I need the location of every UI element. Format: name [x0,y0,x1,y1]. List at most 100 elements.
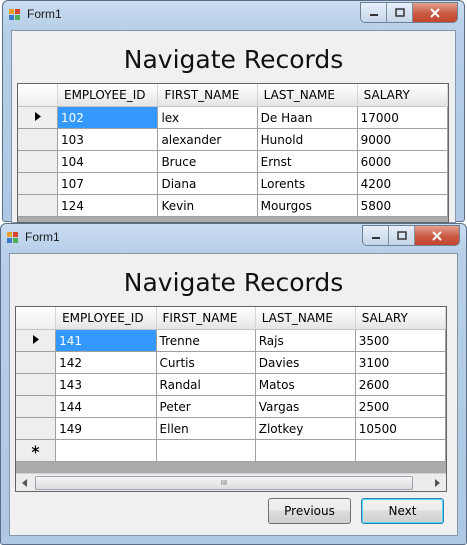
row-header[interactable] [18,150,58,173]
title-bar[interactable]: Form1 [3,1,464,29]
grid-cell[interactable]: lex [157,106,258,129]
grid-cell[interactable]: Mourgos [257,194,358,217]
grid-cell[interactable]: 141 [55,329,157,352]
grid-cell[interactable]: 104 [57,150,159,173]
grid-cell[interactable]: 10500 [355,417,446,440]
column-header[interactable]: LAST_NAME [255,307,356,330]
new-row[interactable] [16,439,446,462]
grid-cell[interactable] [156,439,256,462]
table-row[interactable]: 103 alexander Hunold 9000 [18,128,448,151]
maximize-icon[interactable] [389,226,415,245]
scroll-thumb-grip-icon: III [220,479,228,487]
horizontal-scrollbar[interactable]: III [16,473,446,491]
grid-cell[interactable]: 107 [57,172,159,195]
grid-cell[interactable]: 3100 [355,351,446,374]
form-app-icon [9,9,21,21]
title-bar[interactable]: Form1 [1,224,466,252]
client-area: Navigate Records EMPLOYEE_ID FIRST_NAME … [9,253,458,536]
maximize-icon[interactable] [387,3,413,22]
window-title: Form1 [27,7,62,21]
close-icon[interactable] [415,226,459,245]
grid-table: EMPLOYEE_ID FIRST_NAME LAST_NAME SALARY … [16,307,446,462]
window-controls [360,2,458,23]
column-header[interactable]: EMPLOYEE_ID [55,307,157,330]
grid-header-row: EMPLOYEE_ID FIRST_NAME LAST_NAME SALARY [18,84,448,107]
grid-cell[interactable]: alexander [157,128,258,151]
grid-cell[interactable]: Rajs [255,329,356,352]
grid-cell[interactable]: Zlotkey [255,417,356,440]
scroll-thumb[interactable]: III [35,476,413,490]
grid-cell[interactable]: 5800 [357,194,448,217]
grid-cell[interactable]: 6000 [357,150,448,173]
grid-cell[interactable]: Bruce [157,150,258,173]
grid-cell[interactable]: 103 [57,128,159,151]
grid-cell[interactable]: Trenne [156,329,256,352]
table-row[interactable]: 142 Curtis Davies 3100 [16,351,446,374]
grid-cell[interactable]: 2600 [355,373,446,396]
grid-cell[interactable]: Diana [157,172,258,195]
grid-cell[interactable]: 142 [55,351,157,374]
table-row[interactable]: 143 Randal Matos 2600 [16,373,446,396]
previous-button[interactable]: Previous [268,498,351,524]
grid-cell[interactable]: 102 [57,106,159,129]
scroll-right-icon[interactable] [429,474,446,491]
row-header-corner [16,307,57,330]
row-header[interactable] [18,194,58,217]
grid-cell[interactable]: 144 [55,395,157,418]
grid-cell[interactable]: Vargas [255,395,356,418]
grid-cell[interactable]: Kevin [157,194,258,217]
row-header[interactable] [16,439,57,462]
employee-data-grid[interactable]: EMPLOYEE_ID FIRST_NAME LAST_NAME SALARY … [17,83,449,223]
minimize-icon[interactable] [361,3,387,22]
grid-cell[interactable]: 17000 [357,106,448,129]
row-header[interactable] [16,417,57,440]
table-row[interactable]: 144 Peter Vargas 2500 [16,395,446,418]
close-icon[interactable] [413,3,457,22]
next-button[interactable]: Next [361,498,444,524]
window-title: Form1 [25,230,60,244]
grid-cell[interactable]: 124 [57,194,159,217]
column-header[interactable]: SALARY [357,84,448,107]
grid-cell[interactable]: 2500 [355,395,446,418]
employee-data-grid[interactable]: EMPLOYEE_ID FIRST_NAME LAST_NAME SALARY … [15,306,447,492]
table-row[interactable]: 141 Trenne Rajs 3500 [16,329,446,352]
row-header[interactable] [18,172,58,195]
column-header[interactable]: FIRST_NAME [157,84,258,107]
scroll-left-icon[interactable] [16,474,33,491]
row-header[interactable] [18,128,58,151]
grid-cell[interactable]: 4200 [357,172,448,195]
grid-cell[interactable]: Ernst [257,150,358,173]
window-form1-back: Form1 Navigate Records EMPLOYEE_ID FIRST… [2,0,465,223]
grid-cell[interactable]: Randal [156,373,256,396]
grid-cell[interactable]: Ellen [156,417,256,440]
grid-cell[interactable]: Hunold [257,128,358,151]
grid-cell[interactable]: 143 [55,373,157,396]
row-header[interactable] [16,351,57,374]
grid-cell[interactable]: De Haan [257,106,358,129]
grid-cell[interactable]: Matos [255,373,356,396]
grid-cell[interactable]: Lorents [257,172,358,195]
row-header[interactable] [16,329,57,352]
table-row[interactable]: 107 Diana Lorents 4200 [18,172,448,195]
table-row[interactable]: 124 Kevin Mourgos 5800 [18,194,448,217]
column-header[interactable]: EMPLOYEE_ID [57,84,159,107]
table-row[interactable]: 149 Ellen Zlotkey 10500 [16,417,446,440]
grid-cell[interactable] [355,439,446,462]
grid-cell[interactable] [55,439,157,462]
row-header[interactable] [16,395,57,418]
table-row[interactable]: 102 lex De Haan 17000 [18,106,448,129]
column-header[interactable]: FIRST_NAME [156,307,256,330]
grid-cell[interactable]: Davies [255,351,356,374]
grid-cell[interactable]: 9000 [357,128,448,151]
row-header[interactable] [18,106,58,129]
grid-cell[interactable]: Peter [156,395,256,418]
grid-cell[interactable]: Curtis [156,351,256,374]
grid-cell[interactable]: 3500 [355,329,446,352]
column-header[interactable]: SALARY [355,307,446,330]
column-header[interactable]: LAST_NAME [257,84,358,107]
row-header[interactable] [16,373,57,396]
grid-cell[interactable]: 149 [55,417,157,440]
table-row[interactable]: 104 Bruce Ernst 6000 [18,150,448,173]
minimize-icon[interactable] [363,226,389,245]
grid-cell[interactable] [255,439,356,462]
